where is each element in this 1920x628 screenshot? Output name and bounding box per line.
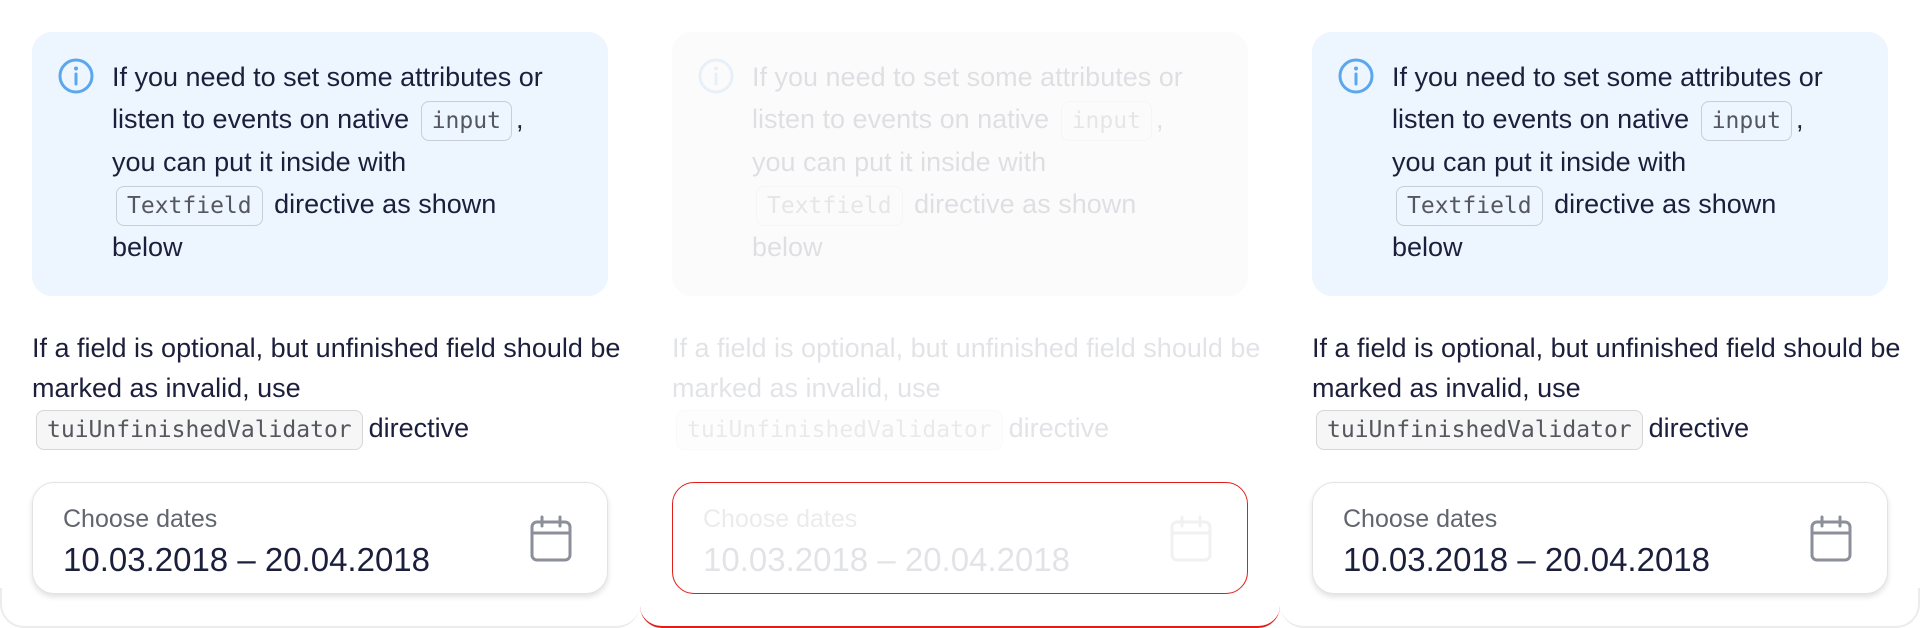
description-text: If a field is optional, but unfinished f… bbox=[1312, 333, 1901, 403]
notice-line-2: listen to events on native input, bbox=[112, 98, 578, 141]
notice-line-1: If you need to set some attributes or bbox=[112, 62, 543, 92]
description-text: If a field is optional, but unfinished f… bbox=[672, 333, 1261, 403]
info-circle-icon bbox=[1338, 58, 1374, 94]
description-after: directive bbox=[368, 413, 470, 443]
field-value[interactable]: 10.03.2018 – 20.04.2018 bbox=[703, 541, 1070, 579]
date-range-field[interactable]: Choose dates 10.03.2018 – 20.04.2018 bbox=[1312, 482, 1888, 594]
field-label: Choose dates bbox=[703, 505, 858, 533]
date-range-field[interactable]: Choose dates 10.03.2018 – 20.04.2018 bbox=[32, 482, 608, 594]
description: If a field is optional, but unfinished f… bbox=[32, 328, 622, 450]
info-circle-icon bbox=[58, 58, 94, 94]
notice-line-5: below bbox=[752, 231, 823, 262]
description: If a field is optional, but unfinished f… bbox=[672, 328, 1262, 450]
notice-text: directive as shown bbox=[274, 188, 497, 219]
notice-text: directive as shown bbox=[914, 188, 1137, 219]
code-input: input bbox=[1060, 100, 1152, 141]
code-textfield: Textfield bbox=[1396, 185, 1543, 226]
description-text: If a field is optional, but unfinished f… bbox=[32, 333, 621, 403]
description-after: directive bbox=[1008, 413, 1110, 443]
code-unfinished-validator: tuiUnfinishedValidator bbox=[1316, 409, 1643, 450]
info-notice: If you need to set some attributes or li… bbox=[672, 32, 1248, 296]
field-label: Choose dates bbox=[63, 505, 218, 533]
notice-line-4: Textfield directive as shown bbox=[752, 183, 1218, 226]
notice-comma: , bbox=[1795, 104, 1804, 134]
notice-line-4: Textfield directive as shown bbox=[112, 183, 578, 226]
notice-line-5: below bbox=[1392, 231, 1463, 262]
notice-line-1: If you need to set some attributes or bbox=[752, 62, 1183, 92]
date-range-field-invalid[interactable]: Choose dates 10.03.2018 – 20.04.2018 bbox=[672, 482, 1248, 594]
notice-text: listen to events on native bbox=[112, 104, 410, 134]
calendar-icon[interactable] bbox=[1169, 515, 1213, 563]
notice-line-3: you can put it inside with bbox=[112, 146, 407, 177]
panel-frame bbox=[1280, 588, 1920, 628]
code-textfield: Textfield bbox=[116, 185, 263, 226]
code-unfinished-validator: tuiUnfinishedValidator bbox=[676, 409, 1003, 450]
field-value[interactable]: 10.03.2018 – 20.04.2018 bbox=[1343, 541, 1710, 579]
description-after: directive bbox=[1648, 413, 1750, 443]
notice-line-3: you can put it inside with bbox=[752, 146, 1047, 177]
notice-line-2: listen to events on native input, bbox=[752, 98, 1218, 141]
panel-frame-invalid bbox=[640, 588, 1280, 628]
info-notice: If you need to set some attributes or li… bbox=[1312, 32, 1888, 296]
demo-panel-3: If you need to set some attributes or li… bbox=[1280, 0, 1920, 628]
notice-text: directive as shown bbox=[1554, 188, 1777, 219]
notice-content: If you need to set some attributes or li… bbox=[698, 56, 1218, 268]
notice-line-2: listen to events on native input, bbox=[1392, 98, 1858, 141]
field-label: Choose dates bbox=[1343, 505, 1498, 533]
notice-line-5: below bbox=[112, 231, 183, 262]
info-circle-icon bbox=[698, 58, 734, 94]
comparison-stage: If you need to set some attributes or li… bbox=[0, 0, 1920, 628]
info-notice: If you need to set some attributes or li… bbox=[32, 32, 608, 296]
calendar-icon[interactable] bbox=[529, 515, 573, 563]
calendar-icon[interactable] bbox=[1809, 515, 1853, 563]
demo-panel-1: If you need to set some attributes or li… bbox=[0, 0, 640, 628]
demo-panel-2: If you need to set some attributes or li… bbox=[640, 0, 1280, 628]
code-unfinished-validator: tuiUnfinishedValidator bbox=[36, 409, 363, 450]
code-input: input bbox=[1700, 100, 1792, 141]
notice-text: listen to events on native bbox=[752, 104, 1050, 134]
code-input: input bbox=[420, 100, 512, 141]
notice-comma: , bbox=[515, 104, 524, 134]
notice-text: listen to events on native bbox=[1392, 104, 1690, 134]
code-textfield: Textfield bbox=[756, 185, 903, 226]
panel-frame bbox=[0, 588, 640, 628]
notice-comma: , bbox=[1155, 104, 1164, 134]
field-value[interactable]: 10.03.2018 – 20.04.2018 bbox=[63, 541, 430, 579]
notice-line-1: If you need to set some attributes or bbox=[1392, 62, 1823, 92]
description: If a field is optional, but unfinished f… bbox=[1312, 328, 1902, 450]
notice-line-4: Textfield directive as shown bbox=[1392, 183, 1858, 226]
notice-line-3: you can put it inside with bbox=[1392, 146, 1687, 177]
